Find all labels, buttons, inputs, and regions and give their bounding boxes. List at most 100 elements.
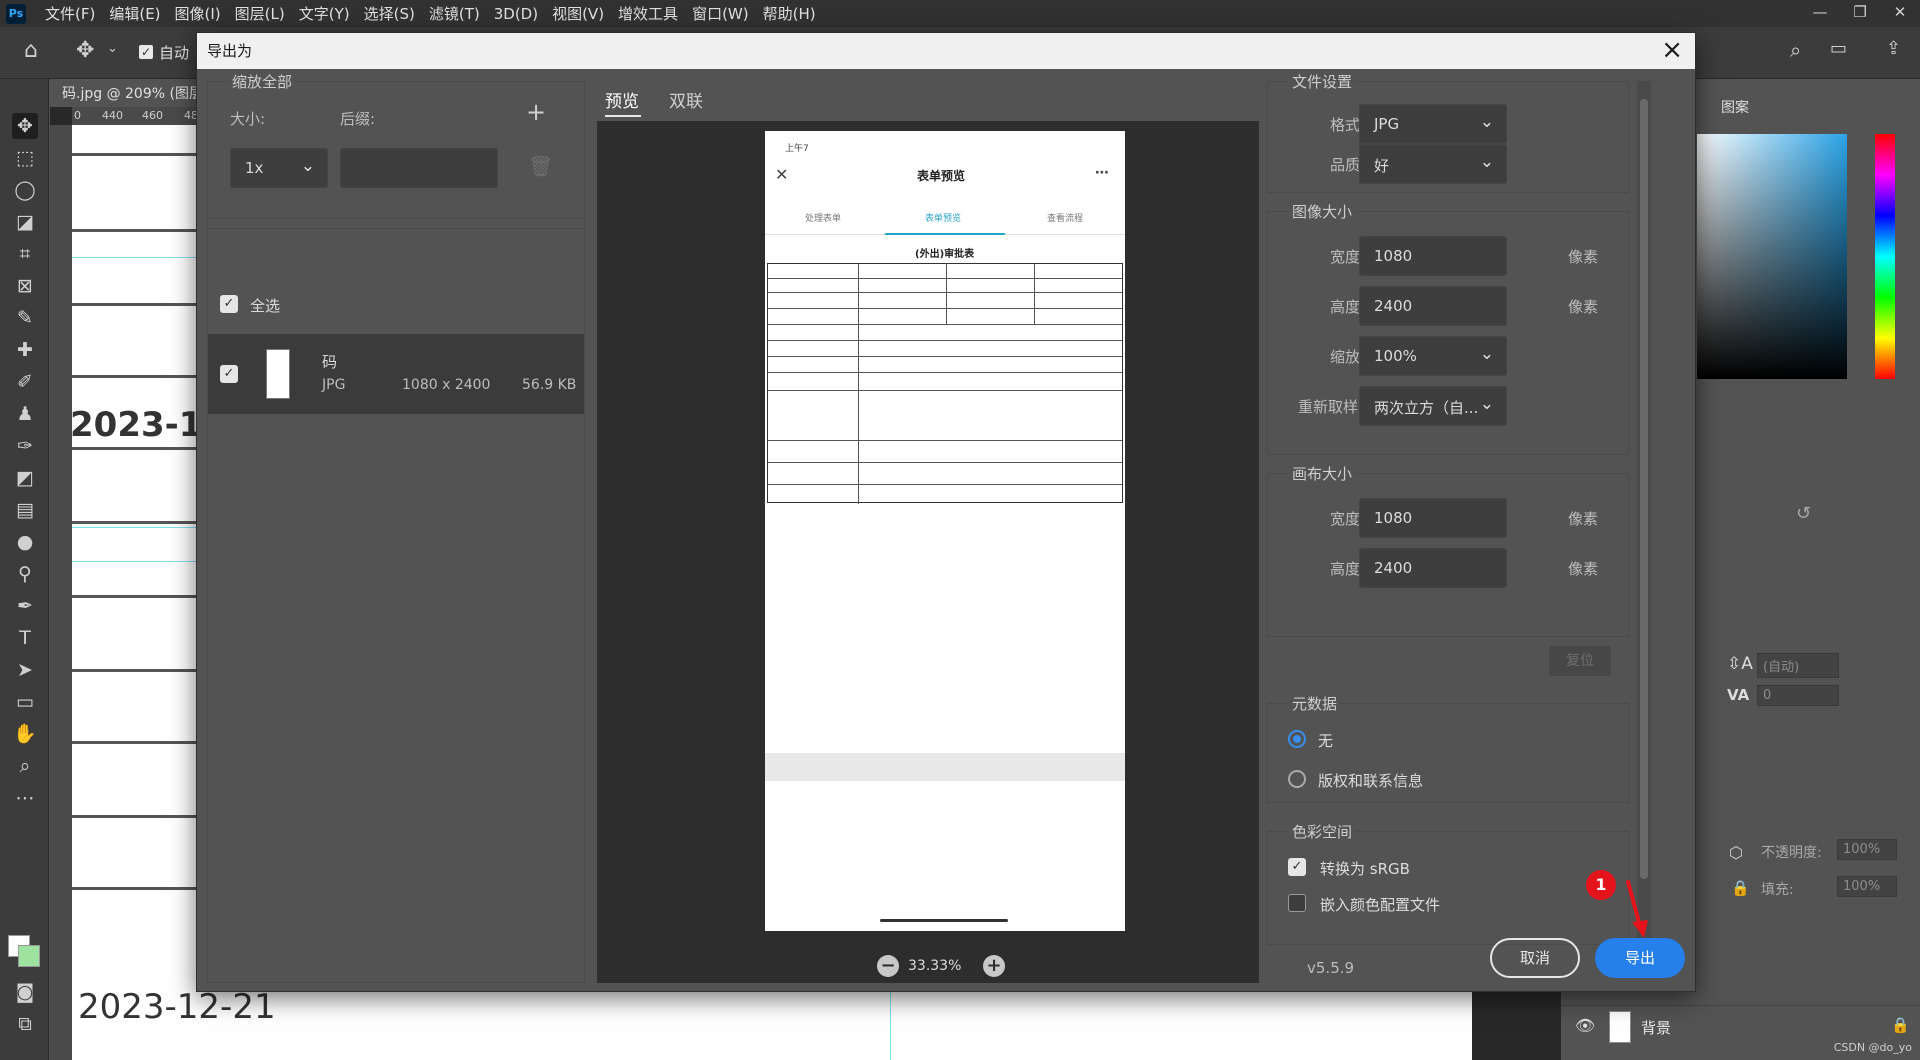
rotate-icon[interactable]: ↺ xyxy=(1796,503,1811,524)
add-scale-icon[interactable]: + xyxy=(526,98,546,126)
opacity-field[interactable]: 100% xyxy=(1837,839,1897,860)
tab-preview[interactable]: 预览 xyxy=(605,87,639,112)
table-row xyxy=(768,372,1122,373)
lock-transparency-icon[interactable]: ⬡ xyxy=(1729,843,1743,862)
brush-icon[interactable]: ✐ xyxy=(12,369,38,395)
menu-image[interactable]: 图像(I) xyxy=(168,3,228,24)
close-icon[interactable]: × xyxy=(1661,35,1683,65)
crop-icon[interactable]: ⌗ xyxy=(12,241,38,267)
resample-dropdown[interactable]: 两次立方（自... ⌄ xyxy=(1359,386,1507,426)
blur-icon[interactable]: ● xyxy=(12,529,38,555)
pen-icon[interactable]: ✒ xyxy=(12,593,38,619)
scale-dropdown[interactable]: 1x ⌄ xyxy=(230,148,328,188)
zoom-in-icon[interactable]: + xyxy=(983,955,1005,977)
menu-bar: Ps 文件(F) 编辑(E) 图像(I) 图层(L) 文字(Y) 选择(S) 滤… xyxy=(0,0,1920,27)
cancel-button[interactable]: 取消 xyxy=(1490,938,1580,978)
stamp-icon[interactable]: ♟ xyxy=(12,401,38,427)
minimize-icon[interactable]: — xyxy=(1800,0,1840,27)
move-icon[interactable]: ✥ xyxy=(12,113,38,139)
menu-file[interactable]: 文件(F) xyxy=(38,3,102,24)
history-brush-icon[interactable]: ✑ xyxy=(12,433,38,459)
metadata-none-radio[interactable] xyxy=(1288,730,1306,748)
tab-side-by-side[interactable]: 双联 xyxy=(669,87,703,112)
canvas-width-input[interactable]: 1080 xyxy=(1359,498,1507,538)
select-all-checkbox[interactable]: ✓ xyxy=(220,295,238,313)
dialog-title: 导出为 xyxy=(207,42,253,60)
lasso-icon[interactable]: ◯ xyxy=(12,177,38,203)
auto-select-checkbox[interactable]: ✓ xyxy=(139,45,153,59)
menu-plugins[interactable]: 增效工具 xyxy=(611,3,685,24)
table-row xyxy=(768,484,1122,485)
file-row[interactable]: ✓ 码 JPG 1080 x 2400 56.9 KB xyxy=(208,334,584,414)
more-tools-icon[interactable]: ⋯ xyxy=(12,785,38,811)
close-window-icon[interactable]: ✕ xyxy=(1880,0,1920,27)
scrollbar-thumb[interactable] xyxy=(1640,99,1648,879)
restore-icon[interactable]: ❐ xyxy=(1840,0,1880,27)
color-picker-field[interactable] xyxy=(1697,134,1847,379)
menu-window[interactable]: 窗口(W) xyxy=(685,3,756,24)
fill-field[interactable]: 100% xyxy=(1837,876,1897,897)
menu-type[interactable]: 文字(Y) xyxy=(292,3,357,24)
reset-button[interactable]: 复位 xyxy=(1549,646,1611,676)
tracking-field[interactable]: 0 xyxy=(1757,685,1839,706)
layer-lock-icon[interactable]: 🔒 xyxy=(1891,1016,1910,1034)
menu-help[interactable]: 帮助(H) xyxy=(756,3,823,24)
frame-icon[interactable]: ⊠ xyxy=(12,273,38,299)
gradient-icon[interactable]: ▤ xyxy=(12,497,38,523)
zoom-icon[interactable]: ⌕ xyxy=(12,753,38,779)
eyedropper-icon[interactable]: ✎ xyxy=(12,305,38,331)
marquee-icon[interactable]: ⬚ xyxy=(12,145,38,171)
menu-view[interactable]: 视图(V) xyxy=(545,3,611,24)
dodge-icon[interactable]: ⚲ xyxy=(12,561,38,587)
document-tab[interactable]: 码.jpg @ 209% (图层 xyxy=(50,79,200,107)
image-scale-dropdown[interactable]: 100% ⌄ xyxy=(1359,336,1507,376)
home-icon[interactable]: ⌂ xyxy=(24,38,38,63)
healing-icon[interactable]: ✚ xyxy=(12,337,38,363)
chevron-down-icon: ⌄ xyxy=(1479,394,1494,414)
move-tool-icon[interactable]: ✥ xyxy=(76,38,94,63)
path-select-icon[interactable]: ➤ xyxy=(12,657,38,683)
type-icon[interactable]: T xyxy=(12,625,38,651)
menu-select[interactable]: 选择(S) xyxy=(357,3,422,24)
lock-icon[interactable]: 🔒 xyxy=(1731,879,1750,897)
canvas-height-input[interactable]: 2400 xyxy=(1359,548,1507,588)
metadata-copyright-radio[interactable] xyxy=(1288,770,1306,788)
share-icon[interactable]: ⇪ xyxy=(1886,38,1901,59)
trash-icon[interactable]: 🗑 xyxy=(528,154,553,178)
workspace-icon[interactable]: ▭ xyxy=(1830,38,1847,59)
screen-mode-icon[interactable]: ⧉ xyxy=(12,1011,38,1037)
dialog-titlebar: 导出为 × xyxy=(197,33,1695,69)
image-height-input[interactable]: 2400 xyxy=(1359,286,1507,326)
background-color-swatch[interactable] xyxy=(18,945,40,967)
preview-tabs: 处理表单 表单预览 查看流程 xyxy=(765,199,1125,235)
menu-filter[interactable]: 滤镜(T) xyxy=(422,3,487,24)
zoom-out-icon[interactable]: − xyxy=(877,955,899,977)
rectangle-icon[interactable]: ▭ xyxy=(12,689,38,715)
image-width-input[interactable]: 1080 xyxy=(1359,236,1507,276)
embed-profile-checkbox[interactable] xyxy=(1288,894,1306,912)
object-select-icon[interactable]: ◪ xyxy=(12,209,38,235)
file-checkbox[interactable]: ✓ xyxy=(220,365,238,383)
export-button[interactable]: 导出 xyxy=(1595,938,1685,978)
eraser-icon[interactable]: ◩ xyxy=(12,465,38,491)
search-icon[interactable]: ⌕ xyxy=(1790,38,1801,62)
hue-slider[interactable] xyxy=(1875,134,1895,379)
quick-mask-icon[interactable]: ◙ xyxy=(12,979,38,1005)
chevron-down-icon[interactable]: ⌄ xyxy=(107,41,118,56)
format-dropdown[interactable]: JPG ⌄ xyxy=(1359,104,1507,144)
ruler-tick: 460 xyxy=(142,109,163,122)
menu-3d[interactable]: 3D(D) xyxy=(487,5,545,23)
leading-field[interactable]: (自动) xyxy=(1757,653,1839,678)
suffix-input[interactable] xyxy=(340,148,498,188)
table-row xyxy=(768,440,1122,441)
divider xyxy=(208,218,584,219)
patterns-tab[interactable]: 图案 xyxy=(1721,97,1749,117)
quality-dropdown[interactable]: 好 ⌄ xyxy=(1359,144,1507,184)
hand-icon[interactable]: ✋ xyxy=(12,721,38,747)
menu-edit[interactable]: 编辑(E) xyxy=(102,3,167,24)
visibility-eye-icon[interactable]: 👁 xyxy=(1575,1016,1595,1035)
menu-layer[interactable]: 图层(L) xyxy=(228,3,292,24)
settings-scrollbar[interactable] xyxy=(1637,81,1651,951)
table-row xyxy=(768,356,1122,357)
srgb-checkbox[interactable]: ✓ xyxy=(1288,858,1306,876)
